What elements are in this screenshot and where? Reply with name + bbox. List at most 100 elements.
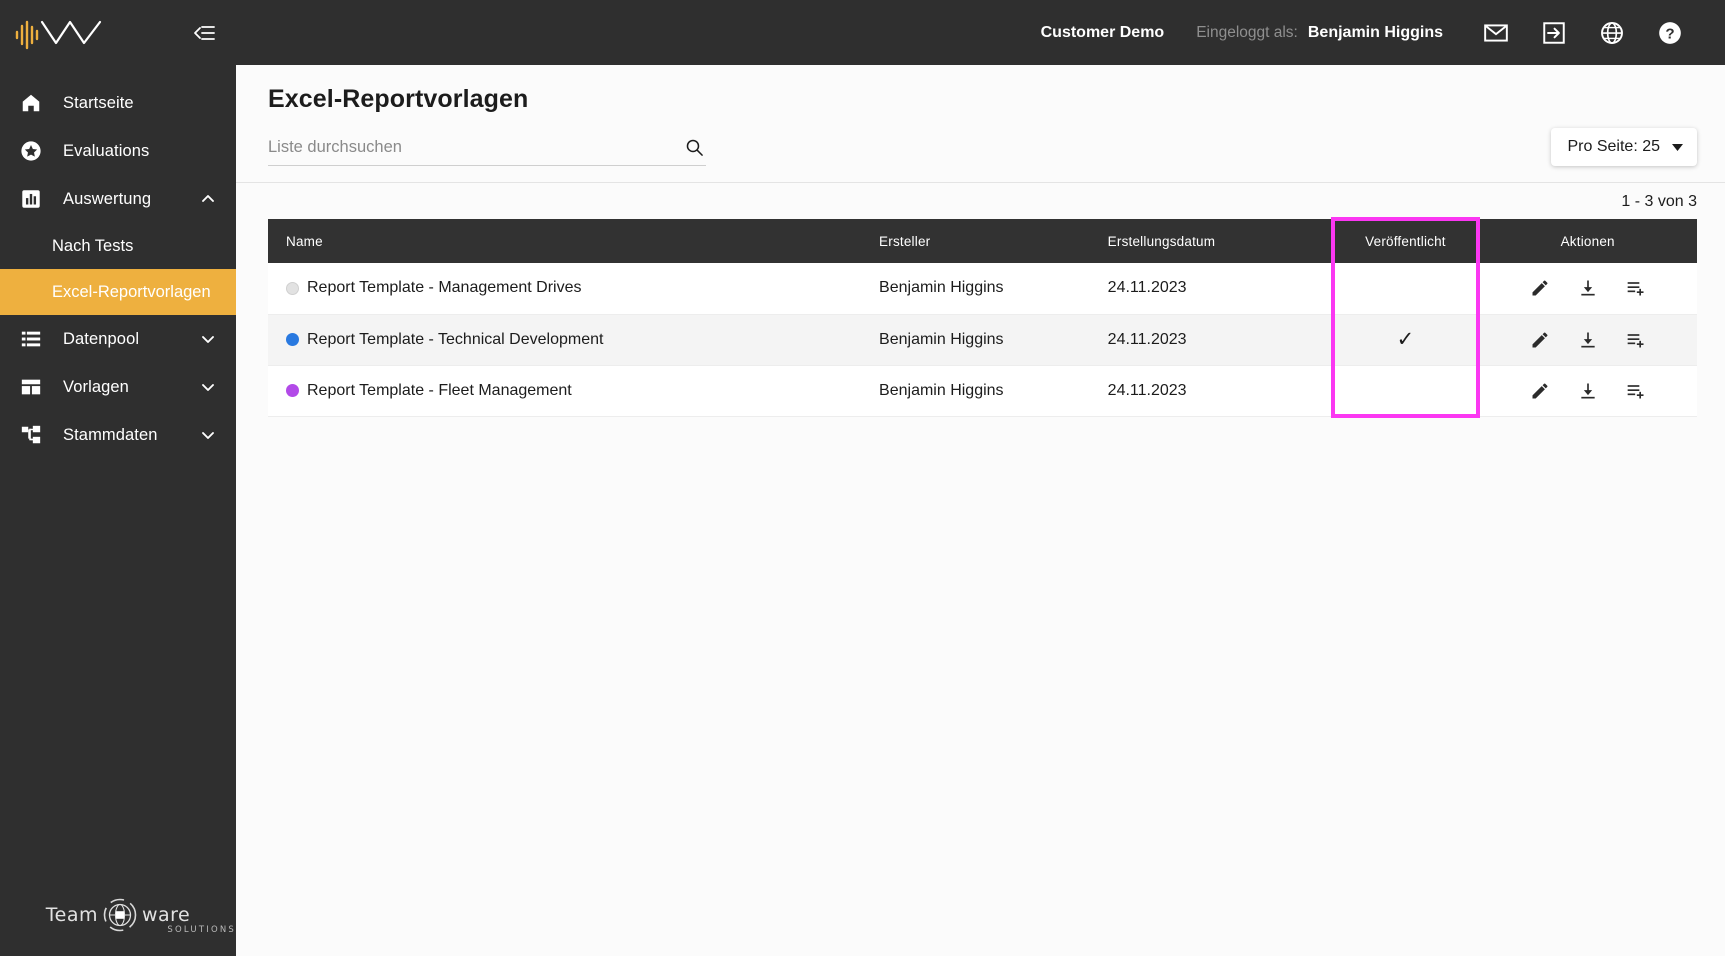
column-header-erstellungsdatum[interactable]: Erstellungsdatum [1090,219,1333,263]
template-name: Report Template - Management Drives [307,279,582,297]
table-header-row: Name Ersteller Erstellungsdatum Veröffen… [268,219,1697,263]
sidebar: Startseite Evaluations Auswertung Nach T… [0,0,236,956]
add-to-list-icon[interactable] [1625,380,1647,402]
table-row[interactable]: Report Template - Management Drives Benj… [268,263,1697,314]
cell-actions [1478,263,1697,314]
cell-published: ✓ [1333,314,1479,365]
page-header: Excel-Reportvorlagen [236,65,1725,114]
status-color-dot [286,281,299,295]
sidebar-item-vorlagen[interactable]: Vorlagen [0,363,236,411]
cell-published [1333,263,1479,314]
logo-word-right: ware [141,904,191,926]
layout-icon [19,375,43,399]
cell-created-date: 24.11.2023 [1107,381,1187,399]
sidebar-item-label: Evaluations [63,141,150,160]
cell-creator: Benjamin Higgins [879,279,1004,297]
mail-icon[interactable] [1467,0,1525,65]
table-row[interactable]: Report Template - Technical Development … [268,314,1697,365]
sidebar-subitem-label: Nach Tests [52,236,134,255]
cell-name: Report Template - Fleet Management [268,365,861,416]
cell-name: Report Template - Technical Development [268,314,861,365]
home-icon [19,91,43,115]
column-header-ersteller[interactable]: Ersteller [861,219,1090,263]
search-input[interactable] [268,137,682,157]
download-icon[interactable] [1577,277,1599,299]
edit-icon[interactable] [1529,329,1551,351]
sidebar-item-excel-reportvorlagen[interactable]: Excel-Reportvorlagen [0,269,236,315]
template-name: Report Template - Fleet Management [307,381,572,399]
published-check: ✓ [1396,328,1415,351]
template-name: Report Template - Technical Development [307,330,604,348]
search-icon[interactable] [682,135,706,159]
result-count-label: 1 - 3 von 3 [1621,193,1697,210]
sidebar-item-startseite[interactable]: Startseite [0,79,236,127]
sidebar-item-datenpool[interactable]: Datenpool [0,315,236,363]
sidebar-item-nach-tests[interactable]: Nach Tests [0,223,236,269]
sidebar-item-label: Vorlagen [63,377,129,396]
sidebar-footer: Team ware SOLUTIONS [0,898,236,935]
cell-actions [1478,314,1697,365]
sidebar-nav: Startseite Evaluations Auswertung Nach T… [0,79,236,459]
cell-creator: Benjamin Higgins [879,381,1004,399]
sidebar-item-auswertung[interactable]: Auswertung [0,175,236,223]
caret-down-icon [1672,138,1683,156]
cell-name: Report Template - Management Drives [268,263,861,314]
edit-icon[interactable] [1529,277,1551,299]
sidebar-item-stammdaten[interactable]: Stammdaten [0,411,236,459]
logged-in-label: Eingeloggt als: [1196,23,1298,41]
search-container [268,135,706,166]
per-page-label: Pro Seite: 25 [1567,138,1661,155]
per-page-selector[interactable]: Pro Seite: 25 [1550,128,1697,166]
column-header-veroeffentlicht[interactable]: Veröffentlicht [1333,219,1479,263]
sidebar-item-evaluations[interactable]: Evaluations [0,127,236,175]
content-area: Excel-Reportvorlagen Pro Seite: 25 [236,65,1725,956]
download-icon[interactable] [1577,329,1599,351]
chevron-down-icon [200,427,216,443]
table-container: Name Ersteller Erstellungsdatum Veröffen… [236,217,1725,418]
globe-mark-icon [103,898,137,932]
sidebar-header [0,0,236,65]
svg-text:?: ? [1665,25,1674,42]
chevron-down-icon [200,331,216,347]
logo-subtitle: SOLUTIONS [167,925,236,935]
sitemap-icon [19,423,43,447]
cell-created-date: 24.11.2023 [1107,279,1187,297]
top-bar: Customer Demo Eingeloggt als: Benjamin H… [236,0,1725,65]
waveform-logo[interactable] [14,13,106,53]
list-icon [19,327,43,351]
star-circle-icon [19,139,43,163]
edit-icon[interactable] [1529,380,1551,402]
sidebar-subitem-label: Excel-Reportvorlagen [52,282,211,301]
teamware-solutions-logo: Team ware SOLUTIONS [46,898,234,935]
table-row[interactable]: Report Template - Fleet Management Benja… [268,365,1697,416]
download-icon[interactable] [1577,380,1599,402]
add-to-list-icon[interactable] [1625,329,1647,351]
report-templates-table: Name Ersteller Erstellungsdatum Veröffen… [268,219,1697,417]
bar-chart-icon [19,187,43,211]
main-area: Customer Demo Eingeloggt als: Benjamin H… [236,0,1725,956]
logout-icon[interactable] [1525,0,1583,65]
add-to-list-icon[interactable] [1625,277,1647,299]
cell-creator: Benjamin Higgins [879,330,1004,348]
sidebar-item-label: Startseite [63,93,134,112]
cell-published [1333,365,1479,416]
collapse-panel-icon[interactable] [190,19,218,47]
status-color-dot [286,384,299,397]
page-title: Excel-Reportvorlagen [268,85,529,113]
status-color-dot [286,333,299,346]
app-root: Startseite Evaluations Auswertung Nach T… [0,0,1725,956]
chevron-up-icon [200,191,216,207]
column-header-aktionen: Aktionen [1560,233,1615,249]
column-header-name[interactable]: Name [268,219,861,263]
sidebar-item-label: Stammdaten [63,425,158,444]
result-count: 1 - 3 von 3 [236,183,1725,219]
cell-actions [1478,365,1697,416]
sidebar-item-label: Datenpool [63,329,140,348]
logged-in-user: Benjamin Higgins [1307,23,1443,41]
chevron-down-icon [200,379,216,395]
help-icon[interactable]: ? [1641,0,1699,65]
toolbar: Pro Seite: 25 [236,128,1725,166]
tenant-name: Customer Demo [1040,23,1165,41]
globe-language-icon[interactable] [1583,0,1641,65]
table-body: Report Template - Management Drives Benj… [268,263,1697,416]
